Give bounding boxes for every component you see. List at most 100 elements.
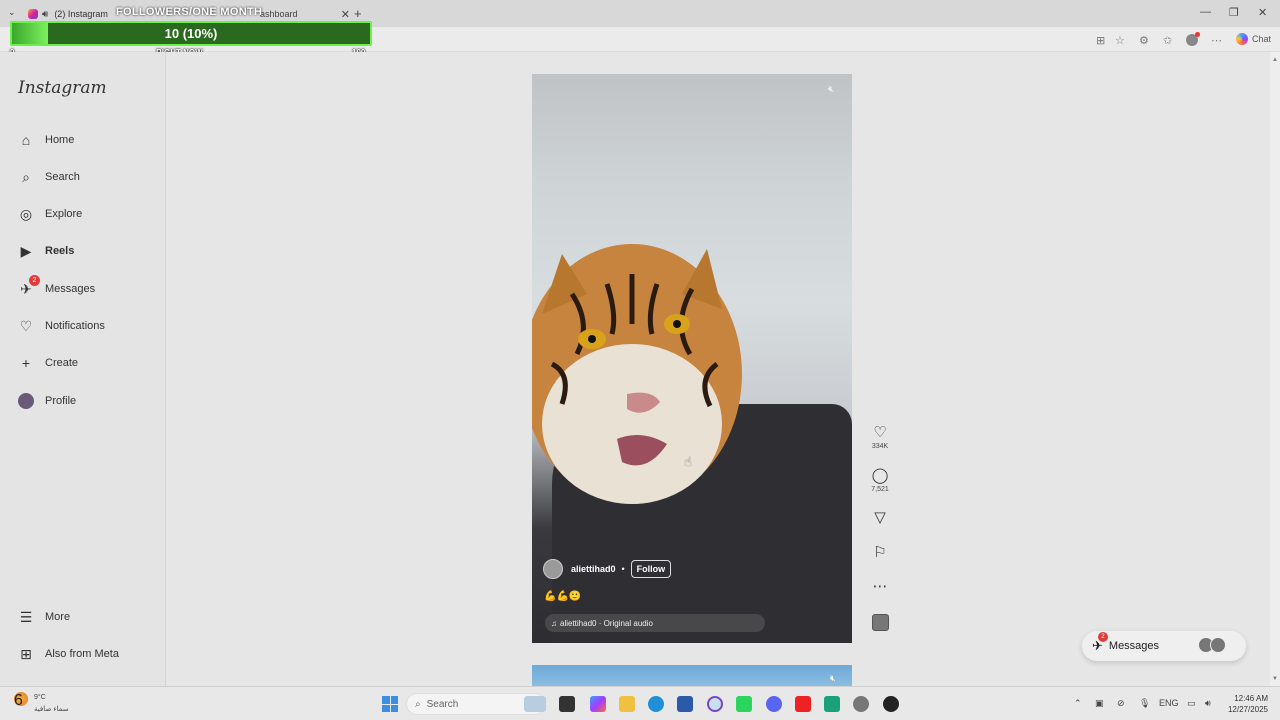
discord-icon[interactable]	[766, 696, 782, 712]
scroll-up-icon[interactable]: ▲	[1272, 57, 1278, 63]
sidebar-item-search[interactable]: ⌕ Search	[17, 167, 80, 187]
app-circle-icon[interactable]	[707, 696, 723, 712]
language-indicator[interactable]: ENG	[1159, 698, 1179, 708]
author-username[interactable]: aliettihad0	[571, 564, 616, 574]
weather-desc: سماء صافية	[34, 706, 69, 713]
youtube-icon[interactable]	[795, 696, 811, 712]
more-dots-icon: ⋯	[872, 578, 888, 595]
sidebar-item-more[interactable]: ☰ More	[17, 607, 70, 627]
restore-icon[interactable]: ❐	[1229, 6, 1239, 19]
send-icon: ▽	[874, 509, 886, 526]
sidebar-item-label: Profile	[45, 395, 77, 407]
folder-icon[interactable]	[619, 696, 635, 712]
sidebar-item-home[interactable]: ⌂ Home	[17, 130, 75, 150]
sidebar-item-also-from-meta[interactable]: ⊞ Also from Meta	[17, 644, 119, 664]
heart-icon: ♡	[19, 317, 33, 334]
tray-chevron-icon[interactable]: ⌃	[1074, 698, 1082, 709]
more-action[interactable]: ⋯	[866, 579, 894, 595]
sidebar-item-label: Reels	[45, 245, 75, 257]
sidebar-item-explore[interactable]: ◎ Explore	[17, 204, 82, 224]
instagram-logo[interactable]: Instagram	[18, 78, 107, 98]
author-avatar[interactable]	[543, 559, 563, 579]
like-action[interactable]: ♡ 334K	[866, 425, 894, 451]
sidebar-item-label: Messages	[45, 283, 96, 295]
messages-pill-label: Messages	[1108, 640, 1160, 652]
plus-icon: +	[21, 355, 31, 371]
hamburger-icon: ☰	[19, 608, 33, 625]
compass-icon: ◎	[19, 205, 33, 222]
sidebar-item-create[interactable]: + Create	[17, 353, 78, 373]
edge-icon[interactable]	[648, 696, 664, 712]
share-action[interactable]: ▽	[866, 510, 894, 526]
overlay-title: FOLLOWERS/ONE MONTH	[116, 6, 263, 18]
hand-cursor-icon: ☝	[684, 454, 692, 469]
instagram-favicon-icon	[28, 9, 38, 19]
mute-icon-next[interactable]: 🔇︎	[830, 673, 836, 684]
sidebar-item-label: Create	[45, 357, 79, 369]
reel-video[interactable]	[532, 74, 852, 643]
messages-pill-badge: 2	[1097, 632, 1108, 642]
copilot-app-icon[interactable]	[590, 696, 606, 712]
search-icon: ⌕	[22, 168, 30, 185]
app-available-icon[interactable]: ⊞	[1096, 34, 1105, 47]
widget-image-icon[interactable]	[524, 696, 546, 712]
minimize-icon[interactable]: —	[1200, 6, 1211, 18]
messages-badge: 2	[29, 275, 40, 286]
weather-badge: 6	[14, 692, 23, 709]
file-explorer-dark-icon[interactable]	[559, 696, 575, 712]
follow-button[interactable]: Follow	[630, 560, 672, 578]
clock-date: 12/27/2025	[1227, 705, 1268, 714]
progress-text: 10 (10%)	[164, 26, 218, 41]
music-note-icon: ♫	[551, 618, 557, 628]
tiger-face-image	[532, 244, 742, 504]
reel-audio[interactable]: ♫ aliettihad0 · Original audio	[545, 614, 765, 632]
mute-icon[interactable]: 🔇︎	[828, 84, 834, 95]
microphone-icon[interactable]: 🎙︎	[1139, 698, 1150, 709]
more-options-icon[interactable]: ⋯	[1211, 34, 1222, 47]
browser-profile-avatar[interactable]	[1186, 32, 1200, 46]
sidebar-item-notifications[interactable]: ♡ Notifications	[17, 316, 105, 336]
tray-network-off-icon[interactable]: ⊘	[1117, 698, 1125, 709]
sidebar-item-messages[interactable]: ✈ 2 Messages	[17, 275, 96, 299]
close-tab-icon[interactable]: ✕	[341, 8, 350, 21]
new-tab-button[interactable]: +	[354, 6, 362, 21]
reel-caption[interactable]: 💪💪🙂	[544, 591, 581, 602]
profile-avatar	[17, 392, 35, 410]
audio-label: aliettihad0 · Original audio	[560, 618, 653, 628]
separator-dot: •	[621, 564, 625, 574]
close-window-icon[interactable]: ✕	[1258, 6, 1267, 19]
page-scrollbar[interactable]	[1270, 52, 1280, 686]
sidebar-item-label: More	[45, 611, 71, 623]
windows-start-button[interactable]	[382, 696, 398, 712]
volume-icon[interactable]: 🔊︎	[1205, 698, 1211, 709]
save-action[interactable]: ⚐	[866, 545, 894, 561]
k-app-icon[interactable]	[736, 696, 752, 712]
sidebar-item-label: Explore	[45, 208, 83, 220]
favorite-star-icon[interactable]: ☆	[1115, 34, 1125, 47]
tab-title-2[interactable]: ashboard	[260, 9, 298, 19]
store-icon[interactable]	[677, 696, 693, 712]
settings-icon[interactable]	[853, 696, 869, 712]
comment-icon: ◯	[871, 467, 889, 484]
speaker-icon[interactable]: 🔊︎	[42, 9, 48, 20]
audio-thumbnail[interactable]	[872, 614, 889, 631]
tab-list-chevron-icon[interactable]: ⌄	[8, 7, 16, 18]
sidebar-item-reels[interactable]: ▶ Reels	[17, 241, 75, 261]
taskbar-search-placeholder: Search	[426, 698, 459, 710]
obs-icon[interactable]	[883, 696, 899, 712]
monitor-icon[interactable]: ▭	[1187, 698, 1196, 709]
next-reel-video[interactable]	[532, 665, 852, 686]
scroll-down-icon[interactable]: ▼	[1272, 676, 1278, 682]
search-icon: ⌕	[415, 698, 421, 710]
comment-action[interactable]: ◯ 7,521	[866, 467, 894, 494]
like-count: 334K	[871, 443, 889, 450]
sidebar-item-profile[interactable]: Profile	[17, 391, 76, 411]
tray-app-icon[interactable]: ▣	[1095, 698, 1104, 709]
chat-label: Chat	[1252, 34, 1272, 44]
tab-title: (2) Instagram	[54, 9, 108, 19]
taskbar-clock[interactable]: 12:46 AM 12/27/2025	[1224, 693, 1268, 715]
favorites-icon[interactable]: ✩	[1163, 34, 1172, 47]
copilot-chat-button[interactable]: Chat	[1236, 33, 1271, 45]
app-green-icon[interactable]	[824, 696, 840, 712]
extensions-icon[interactable]: ⚙	[1139, 34, 1149, 47]
